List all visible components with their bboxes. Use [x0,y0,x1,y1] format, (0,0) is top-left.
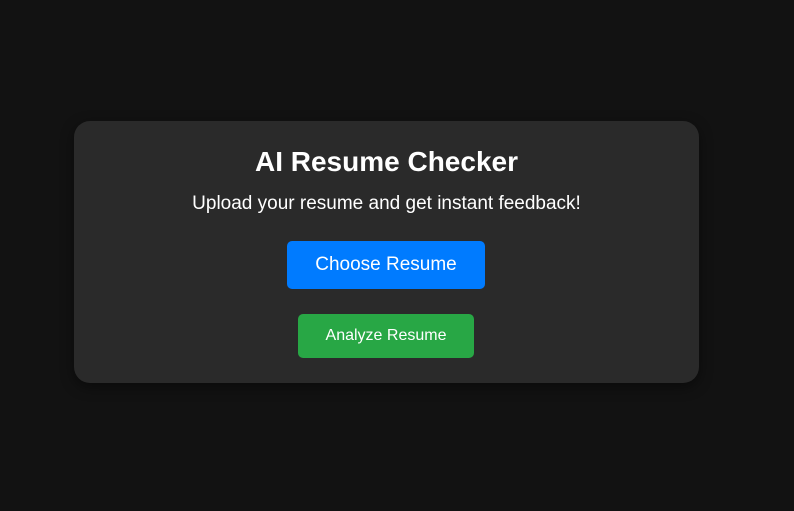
page-title: AI Resume Checker [254,146,518,177]
page-subtitle: Upload your resume and get instant feedb… [192,193,581,214]
choose-resume-button[interactable]: Choose Resume [287,241,485,289]
analyze-resume-button[interactable]: Analyze Resume [298,314,474,358]
page-background: { "card": { "title": "AI Resume Checker"… [0,0,794,511]
resume-checker-card: AI Resume Checker Upload your resume and… [74,121,699,383]
